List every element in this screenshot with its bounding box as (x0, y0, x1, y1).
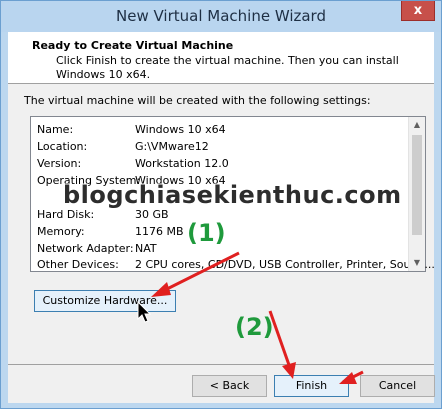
footer-separator (8, 364, 434, 365)
settings-scrollbar[interactable]: ▲ ▼ (408, 117, 425, 271)
back-button[interactable]: < Back (192, 375, 267, 397)
setting-value: 1176 MB (135, 225, 184, 238)
setting-value: Workstation 12.0 (135, 157, 229, 170)
customize-hardware-button[interactable]: Customize Hardware... (34, 290, 176, 312)
setting-value: 30 GB (135, 208, 169, 221)
setting-key: Hard Disk: (37, 208, 95, 221)
step-2-label: (2) (235, 313, 274, 341)
watermark-text: blogchiasekienthuc.com (63, 181, 402, 209)
wizard-client-area: Ready to Create Virtual Machine Click Fi… (8, 32, 435, 403)
page-description: Click Finish to create the virtual machi… (56, 54, 399, 81)
scroll-up-icon[interactable]: ▲ (409, 117, 425, 133)
cancel-button[interactable]: Cancel (360, 375, 435, 397)
wizard-window: New Virtual Machine Wizard x Ready to Cr… (0, 0, 442, 409)
setting-key: Other Devices: (37, 258, 119, 271)
setting-key: Name: (37, 123, 74, 136)
title-bar[interactable]: New Virtual Machine Wizard x (1, 1, 441, 32)
setting-key: Memory: (37, 225, 85, 238)
settings-intro-text: The virtual machine will be created with… (24, 94, 371, 107)
setting-key: Version: (37, 157, 82, 170)
setting-key: Network Adapter: (37, 242, 134, 255)
setting-value: NAT (135, 242, 157, 255)
close-button[interactable]: x (401, 1, 435, 21)
finish-button[interactable]: Finish (274, 375, 349, 397)
step-1-label: (1) (187, 219, 226, 247)
setting-value: 2 CPU cores, CD/DVD, USB Controller, Pri… (135, 258, 435, 271)
window-title: New Virtual Machine Wizard (116, 7, 326, 25)
wizard-header: Ready to Create Virtual Machine Click Fi… (8, 32, 434, 84)
scroll-thumb[interactable] (412, 135, 422, 235)
setting-key: Location: (37, 140, 88, 153)
setting-value: G:\VMware12 (135, 140, 209, 153)
setting-value: Windows 10 x64 (135, 123, 226, 136)
scroll-down-icon[interactable]: ▼ (409, 255, 425, 271)
page-title: Ready to Create Virtual Machine (32, 39, 234, 52)
